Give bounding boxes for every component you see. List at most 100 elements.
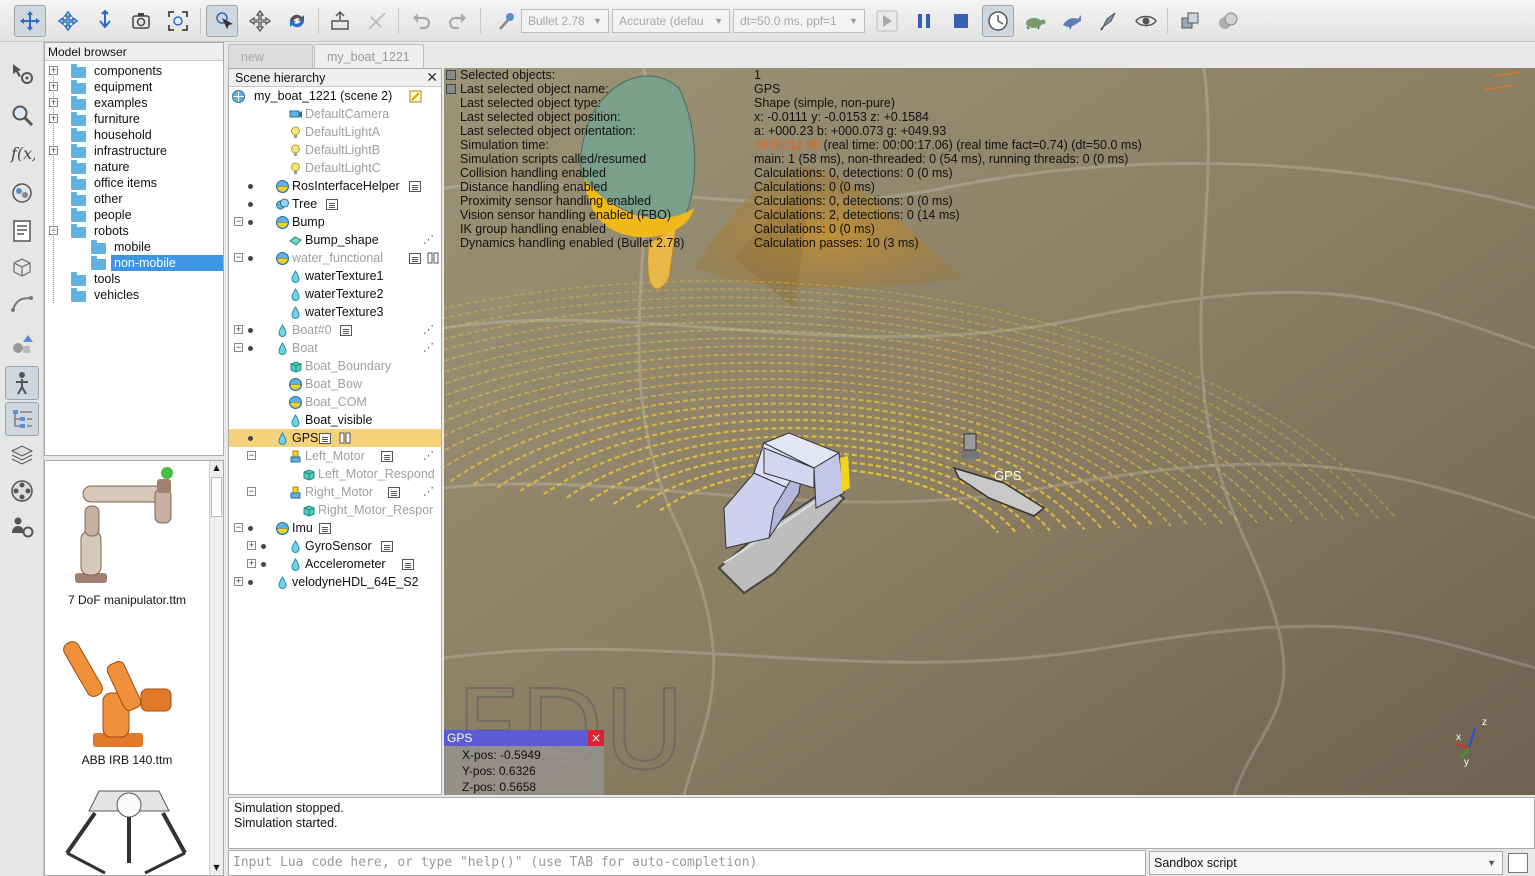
model-browser-icon[interactable] bbox=[5, 366, 39, 400]
selection-icon[interactable] bbox=[5, 328, 39, 362]
hierarchy-item[interactable]: − Imu bbox=[229, 519, 441, 537]
scene-root-item[interactable]: my_boat_1221 (scene 2) bbox=[229, 87, 441, 105]
expand-icon[interactable]: − bbox=[247, 487, 256, 496]
multi-script-icon[interactable] bbox=[427, 252, 439, 264]
thumbnails-scrollbar[interactable]: ▲ ▼ bbox=[209, 461, 223, 875]
timestep-select[interactable]: dt=50.0 ms, ppf=1 ▼ bbox=[733, 9, 865, 33]
hierarchy-item[interactable]: Boat_visible bbox=[229, 411, 441, 429]
hierarchy-item[interactable]: − Bump bbox=[229, 213, 441, 231]
visibility-dot-icon[interactable] bbox=[248, 256, 253, 261]
redo-icon[interactable] bbox=[442, 5, 474, 37]
expand-icon[interactable]: + bbox=[247, 559, 256, 568]
video-recorder-icon[interactable] bbox=[5, 474, 39, 508]
visibility-dot-icon[interactable] bbox=[248, 220, 253, 225]
hierarchy-item[interactable]: Boat_Bow bbox=[229, 375, 441, 393]
hierarchy-item[interactable]: − water_functional bbox=[229, 249, 441, 267]
stop-simulation-icon[interactable] bbox=[945, 5, 977, 37]
hierarchy-item[interactable]: − Left_Motor ⋰ bbox=[229, 447, 441, 465]
path-edit-icon[interactable] bbox=[5, 286, 39, 320]
expand-icon[interactable]: + bbox=[247, 541, 256, 550]
visibility-dot-icon[interactable] bbox=[248, 346, 253, 351]
expand-icon[interactable]: − bbox=[234, 343, 243, 352]
hierarchy-item[interactable]: − Boat ⋰ bbox=[229, 339, 441, 357]
dynamics-toggle-icon[interactable] bbox=[490, 5, 522, 37]
visibility-dot-icon[interactable] bbox=[248, 526, 253, 531]
visibility-dot-icon[interactable] bbox=[261, 562, 266, 567]
hierarchy-item[interactable]: DefaultLightA bbox=[229, 123, 441, 141]
thumbnail-delta-robot[interactable] bbox=[45, 783, 209, 875]
info-toggle-button[interactable] bbox=[446, 84, 456, 94]
model-folder-item[interactable]: + components bbox=[45, 63, 223, 79]
page-selector-icon[interactable] bbox=[1175, 5, 1207, 37]
shape-edit-icon[interactable] bbox=[5, 250, 39, 284]
model-folder-item[interactable]: other bbox=[45, 191, 223, 207]
visibility-dot-icon[interactable] bbox=[248, 202, 253, 207]
scripts-icon[interactable] bbox=[5, 214, 39, 248]
slow-down-icon[interactable] bbox=[1019, 5, 1051, 37]
model-folder-item[interactable]: people bbox=[45, 207, 223, 223]
hierarchy-item[interactable]: waterTexture2 bbox=[229, 285, 441, 303]
expand-icon[interactable]: − bbox=[234, 217, 243, 226]
lua-command-input[interactable]: Input Lua code here, or type "help()" (u… bbox=[228, 850, 1146, 876]
sandbox-options-button[interactable] bbox=[1508, 853, 1528, 873]
hierarchy-item[interactable]: Boat_COM bbox=[229, 393, 441, 411]
close-icon[interactable]: ✕ bbox=[426, 70, 438, 86]
model-folder-item[interactable]: household bbox=[45, 127, 223, 143]
scene-selector-icon[interactable] bbox=[1212, 5, 1244, 37]
tab-my-boat[interactable]: my_boat_1221 bbox=[314, 44, 424, 68]
script-icon[interactable] bbox=[402, 559, 414, 570]
model-folder-item[interactable]: + examples bbox=[45, 95, 223, 111]
expand-icon[interactable]: + bbox=[234, 325, 243, 334]
script-icon[interactable] bbox=[319, 523, 331, 534]
hierarchy-item[interactable]: + Accelerometer bbox=[229, 555, 441, 573]
script-icon[interactable] bbox=[319, 433, 331, 444]
hierarchy-item[interactable]: + Boat#0 ⋰ bbox=[229, 321, 441, 339]
scene-hierarchy-icon[interactable] bbox=[5, 402, 39, 436]
camera-view-icon[interactable] bbox=[125, 5, 157, 37]
expand-icon[interactable]: − bbox=[234, 523, 243, 532]
model-folder-item[interactable]: − robots bbox=[45, 223, 223, 239]
model-folder-item[interactable]: tools bbox=[45, 271, 223, 287]
hierarchy-item[interactable]: DefaultLightC bbox=[229, 159, 441, 177]
accuracy-select[interactable]: Accurate (defau ▼ bbox=[612, 9, 730, 33]
hierarchy-item[interactable]: Right_Motor_Respor bbox=[229, 501, 441, 519]
visibility-dot-icon[interactable] bbox=[248, 580, 253, 585]
layers-icon[interactable] bbox=[5, 438, 39, 472]
script-icon[interactable] bbox=[381, 451, 393, 462]
start-simulation-icon[interactable] bbox=[871, 5, 903, 37]
model-folder-item[interactable]: non-mobile bbox=[45, 255, 223, 271]
object-shift-icon[interactable] bbox=[244, 5, 276, 37]
visibility-dot-icon[interactable] bbox=[248, 436, 253, 441]
physics-engine-select[interactable]: Bullet 2.78 ▼ bbox=[521, 9, 609, 33]
scene-script-icon[interactable] bbox=[409, 90, 422, 103]
model-folder-item[interactable]: + furniture bbox=[45, 111, 223, 127]
script-icon[interactable] bbox=[409, 181, 421, 192]
hierarchy-item[interactable]: Bump_shape ⋰ bbox=[229, 231, 441, 249]
visibility-dot-icon[interactable] bbox=[248, 328, 253, 333]
thread-rendering-icon[interactable] bbox=[1093, 5, 1125, 37]
hierarchy-item[interactable]: RosInterfaceHelper bbox=[229, 177, 441, 195]
hierarchy-item[interactable]: Left_Motor_Respond bbox=[229, 465, 441, 483]
pause-simulation-icon[interactable] bbox=[908, 5, 940, 37]
script-context-select[interactable]: Sandbox script ▼ bbox=[1149, 851, 1503, 875]
multi-script-icon[interactable] bbox=[339, 432, 351, 444]
info-collapse-button[interactable] bbox=[446, 70, 456, 80]
fit-to-view-icon[interactable] bbox=[162, 5, 194, 37]
tab-new-scene[interactable]: new scene bbox=[228, 44, 313, 88]
scene-viewport[interactable]: GPS FDU z x y Selected objects: 1 Last sel… bbox=[444, 68, 1535, 795]
hierarchy-item[interactable]: − Right_Motor ⋰ bbox=[229, 483, 441, 501]
assemble-icon[interactable] bbox=[324, 5, 356, 37]
gps-close-button[interactable]: × bbox=[588, 730, 604, 746]
undo-icon[interactable] bbox=[405, 5, 437, 37]
hierarchy-item[interactable]: + GyroSensor bbox=[229, 537, 441, 555]
camera-pan-icon[interactable] bbox=[14, 5, 46, 37]
speed-up-icon[interactable] bbox=[1056, 5, 1088, 37]
calculation-modules-icon[interactable]: f(x) bbox=[5, 136, 39, 170]
collections-icon[interactable] bbox=[5, 176, 39, 210]
click-select-icon[interactable] bbox=[206, 5, 238, 37]
script-icon[interactable] bbox=[340, 325, 352, 336]
transfer-dna-icon[interactable] bbox=[361, 5, 393, 37]
script-icon[interactable] bbox=[388, 487, 400, 498]
real-time-mode-icon[interactable] bbox=[982, 5, 1014, 37]
user-settings-icon[interactable] bbox=[5, 510, 39, 544]
